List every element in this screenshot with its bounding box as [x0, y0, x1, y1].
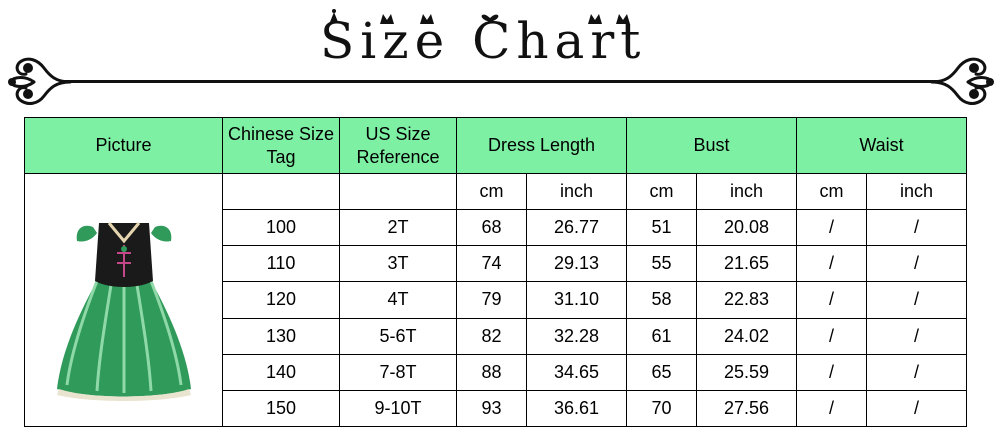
- flourish-ornament-icon: [8, 57, 72, 105]
- chinese-size-tag: 150: [222, 389, 340, 428]
- header-picture: Picture: [24, 117, 223, 174]
- waist-inch: /: [866, 245, 967, 283]
- header: Size Chart: [0, 0, 1000, 112]
- waist-inch: /: [866, 317, 967, 355]
- chinese-size-tag: 120: [222, 281, 340, 319]
- bust-inch: 24.02: [696, 317, 797, 355]
- bust-cm: 55: [626, 245, 697, 283]
- bust-cm: 70: [626, 389, 697, 428]
- bust-inch: 21.65: [696, 245, 797, 283]
- us-size: 5-6T: [339, 317, 457, 355]
- chinese-size-tag: 140: [222, 353, 340, 391]
- unit-dress-length-inch: inch: [526, 172, 627, 211]
- header-divider: [62, 80, 938, 83]
- dress-length-cm: 74: [456, 245, 527, 283]
- unit-bust-inch: inch: [696, 172, 797, 211]
- dress-length-cm: 93: [456, 389, 527, 428]
- waist-cm: /: [796, 317, 867, 355]
- dress-length-inch: 31.10: [526, 281, 627, 319]
- bust-cm: 51: [626, 209, 697, 247]
- dress-image: [56, 221, 191, 401]
- dress-image-cell: [24, 173, 223, 427]
- waist-cm: /: [796, 353, 867, 391]
- header-bust: Bust: [626, 117, 797, 174]
- dress-length-inch: 36.61: [526, 389, 627, 428]
- bust-cm: 61: [626, 317, 697, 355]
- header-waist: Waist: [796, 117, 967, 174]
- us-size: 9-10T: [339, 389, 457, 428]
- waist-inch: /: [866, 209, 967, 247]
- table-header-row: Picture Chinese Size Tag US Size Referen…: [24, 117, 967, 174]
- bust-inch: 20.08: [696, 209, 797, 247]
- dress-length-cm: 82: [456, 317, 527, 355]
- dress-length-inch: 32.28: [526, 317, 627, 355]
- unit-bust-cm: cm: [626, 172, 697, 211]
- page-title: Size Chart: [320, 12, 647, 70]
- us-size: 4T: [339, 281, 457, 319]
- unit-waist-inch: inch: [866, 172, 967, 211]
- flourish-ornament-icon: [930, 57, 994, 105]
- dress-length-inch: 34.65: [526, 353, 627, 391]
- unit-dress-length-cm: cm: [456, 172, 527, 211]
- empty-cell: [339, 172, 457, 211]
- us-size: 7-8T: [339, 353, 457, 391]
- waist-cm: /: [796, 245, 867, 283]
- bust-inch: 22.83: [696, 281, 797, 319]
- us-size: 2T: [339, 209, 457, 247]
- waist-inch: /: [866, 389, 967, 428]
- waist-cm: /: [796, 209, 867, 247]
- waist-cm: /: [796, 389, 867, 428]
- waist-cm: /: [796, 281, 867, 319]
- unit-row: cm inch cm inch cm inch: [24, 172, 967, 427]
- unit-waist-cm: cm: [796, 172, 867, 211]
- bust-cm: 65: [626, 353, 697, 391]
- bust-inch: 25.59: [696, 353, 797, 391]
- chinese-size-tag: 110: [222, 245, 340, 283]
- size-table: Picture Chinese Size Tag US Size Referen…: [24, 117, 967, 428]
- bust-cm: 58: [626, 281, 697, 319]
- dress-length-cm: 79: [456, 281, 527, 319]
- chinese-size-tag: 130: [222, 317, 340, 355]
- chinese-size-tag: 100: [222, 209, 340, 247]
- empty-cell: [222, 172, 340, 211]
- bust-inch: 27.56: [696, 389, 797, 428]
- us-size: 3T: [339, 245, 457, 283]
- dress-length-cm: 68: [456, 209, 527, 247]
- dress-length-inch: 29.13: [526, 245, 627, 283]
- dress-length-inch: 26.77: [526, 209, 627, 247]
- header-chinese-size-tag: Chinese Size Tag: [222, 117, 340, 174]
- header-dress-length: Dress Length: [456, 117, 627, 174]
- waist-inch: /: [866, 353, 967, 391]
- waist-inch: /: [866, 281, 967, 319]
- dress-length-cm: 88: [456, 353, 527, 391]
- header-us-size-reference: US Size Reference: [339, 117, 457, 174]
